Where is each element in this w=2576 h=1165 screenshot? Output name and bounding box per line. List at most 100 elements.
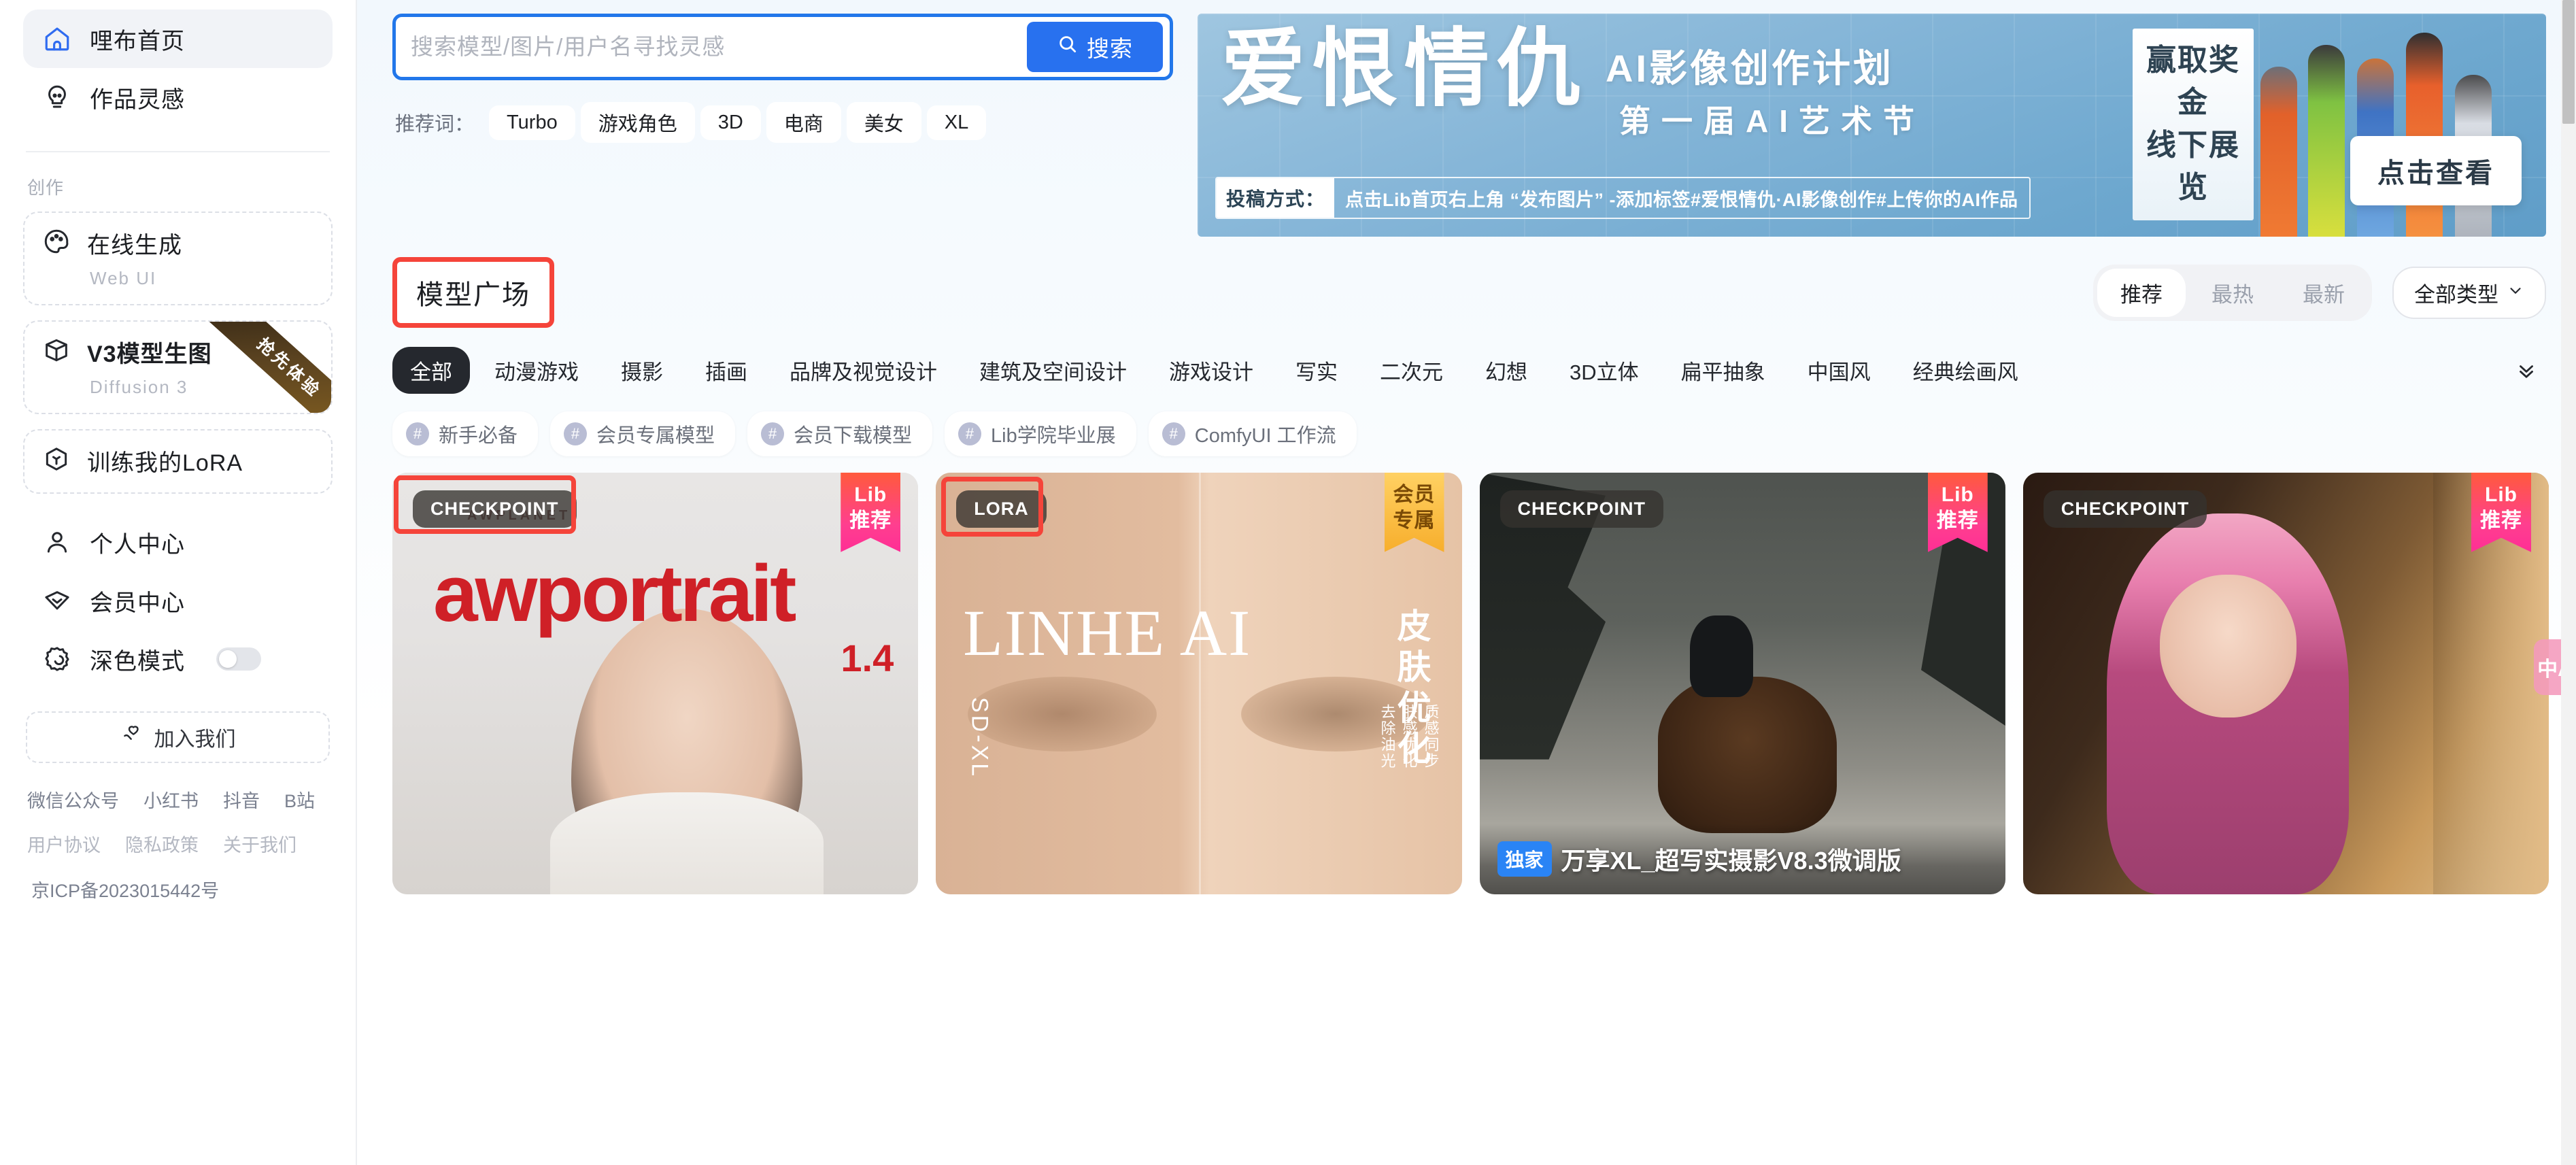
card-ribbon-line-1: Lib [1941, 484, 1974, 506]
category-2d[interactable]: 二次元 [1362, 347, 1461, 394]
hash-icon: # [761, 422, 785, 445]
type-filter-dropdown[interactable]: 全部类型 [2392, 266, 2546, 319]
search-icon [1057, 33, 1079, 61]
recommend-tag[interactable]: 游戏角色 [580, 102, 695, 143]
sidebar-card-title: 训练我的LoRA [87, 450, 243, 476]
recommend-tag[interactable]: Turbo [489, 105, 575, 140]
category-game-design[interactable]: 游戏设计 [1151, 347, 1271, 394]
page-title: 模型广场 [416, 280, 530, 310]
sidebar: 哩布首页 作品灵感 创作 在线生成 Web UI V3模型生图 Diffusio… [0, 0, 357, 1165]
tag-vip-download-model[interactable]: # 会员下载模型 [747, 411, 933, 456]
sidebar-item-user-center[interactable]: 个人中心 [23, 513, 333, 571]
inspiration-icon [42, 82, 72, 112]
search-button-label: 搜索 [1087, 36, 1133, 61]
category-anime-game[interactable]: 动漫游戏 [477, 347, 596, 394]
category-flat-abstract[interactable]: 扁平抽象 [1663, 347, 1783, 394]
join-us-label: 加入我们 [154, 728, 236, 751]
page-scrollbar[interactable] [2561, 0, 2576, 1165]
icp-license: 京ICP备2023015442号 [31, 881, 220, 901]
search-input[interactable] [411, 34, 1027, 60]
category-fantasy[interactable]: 幻想 [1468, 347, 1545, 394]
hash-icon: # [1162, 422, 1185, 445]
legal-link[interactable]: 用户协议 [27, 830, 101, 857]
banner-subtitle-2: 第一届AI艺术节 [1619, 103, 1925, 139]
sidebar-item-inspiration[interactable]: 作品灵感 [23, 68, 333, 126]
banner-prize-line-1: 赢取奖金 [2146, 44, 2240, 120]
sort-tab-recommend[interactable]: 推荐 [2097, 268, 2186, 317]
recommend-tag[interactable]: 美女 [846, 102, 921, 143]
sidebar-card-v3-model[interactable]: V3模型生图 Diffusion 3 抢先体验 [23, 320, 333, 414]
category-architecture[interactable]: 建筑及空间设计 [962, 347, 1145, 394]
join-us-button[interactable]: 加入我们 [26, 711, 330, 763]
social-links: 微信公众号 小红书 抖音 B站 [27, 786, 328, 813]
sidebar-item-vip-center[interactable]: 会员中心 [23, 571, 333, 630]
model-card[interactable]: awportrait AWPLANET 1.4 CHECKPOINT Lib 推… [392, 473, 919, 894]
vip-icon [42, 586, 72, 615]
category-classic-painting[interactable]: 经典绘画风 [1895, 347, 2036, 394]
card-ribbon-line-1: 会员 [1393, 484, 1436, 506]
section-header: 模型广场 推荐 最热 最新 全部类型 [357, 237, 2576, 328]
card-ribbon-line-2: 专属 [1393, 509, 1436, 533]
recommend-tag[interactable]: XL [926, 105, 987, 140]
category-brand-visual[interactable]: 品牌及视觉设计 [772, 347, 955, 394]
sidebar-card-train-lora[interactable]: 训练我的LoRA [23, 429, 333, 494]
card-cover-image: LINHE AI 皮肤优化 SD-XL 质感同步 肤感优化 去除油光 [936, 473, 1462, 894]
card-title: 万享XL_超写实摄影V8.3微调版 [1561, 847, 1901, 875]
model-card[interactable]: CHECKPOINT Lib 推荐 独家 万享XL_超写实摄影V8.3微调版 [1479, 473, 2005, 894]
category-chinese-style[interactable]: 中国风 [1790, 347, 1888, 394]
social-link[interactable]: 抖音 [223, 786, 260, 813]
banner-cta-button[interactable]: 点击查看 [2350, 136, 2522, 205]
legal-link[interactable]: 关于我们 [223, 830, 296, 857]
cube-icon [42, 336, 71, 368]
promo-banner[interactable]: 爱恨情仇 AI影像创作计划 第一届AI艺术节 赢取奖金 线下展览 投稿方式： 点… [1198, 14, 2546, 237]
recommend-tag[interactable]: 电商 [766, 102, 841, 143]
double-chevron-down-icon[interactable] [2515, 359, 2549, 382]
tag-lib-academy-graduation[interactable]: # Lib学院毕业展 [945, 411, 1136, 456]
dark-mode-toggle[interactable] [216, 647, 261, 671]
tag-label: ComfyUI 工作流 [1194, 425, 1336, 447]
category-photography[interactable]: 摄影 [603, 347, 681, 394]
cover-version-text: 1.4 [841, 637, 894, 679]
sidebar-card-title: V3模型生图 [87, 341, 212, 367]
tag-beginner[interactable]: # 新手必备 [392, 411, 539, 456]
main-content: 搜索 推荐词： Turbo 游戏角色 3D 电商 美女 XL [357, 0, 2576, 1165]
social-link[interactable]: 小红书 [143, 786, 199, 813]
sidebar-card-online-generate[interactable]: 在线生成 Web UI [23, 212, 333, 305]
recommend-tag[interactable]: 3D [700, 105, 761, 140]
recommend-words-row: 推荐词： Turbo 游戏角色 3D 电商 美女 XL [392, 102, 1173, 143]
hash-icon: # [564, 422, 588, 445]
cover-title-text: awportrait [433, 549, 796, 639]
legal-links: 用户协议 隐私政策 关于我们 [27, 830, 328, 857]
page-scrollbar-thumb[interactable] [2562, 0, 2575, 124]
tag-filter-row: # 新手必备 # 会员专属模型 # 会员下载模型 # Lib学院毕业展 # Co… [357, 394, 2576, 456]
sort-tab-newest[interactable]: 最新 [2280, 269, 2368, 317]
category-illustration[interactable]: 插画 [688, 347, 765, 394]
social-link[interactable]: B站 [284, 786, 315, 813]
sort-tab-hottest[interactable]: 最热 [2188, 269, 2277, 317]
category-all[interactable]: 全部 [392, 347, 470, 394]
model-card[interactable]: LINHE AI 皮肤优化 SD-XL 质感同步 肤感优化 去除油光 LORA … [936, 473, 1462, 894]
sidebar-card-subtitle: Diffusion 3 [90, 377, 188, 397]
tag-label: 会员专属模型 [596, 425, 715, 447]
banner-prize-line-2: 线下展览 [2146, 128, 2240, 205]
banner-submit-detail: 点击Lib首页右上角 “发布图片” -添加标签#爱恨情仇·AI影像创作#上传你的… [1345, 189, 2018, 210]
tag-comfyui-workflow[interactable]: # ComfyUI 工作流 [1148, 411, 1357, 456]
search-button[interactable]: 搜索 [1027, 22, 1163, 72]
category-realistic[interactable]: 写实 [1278, 347, 1355, 394]
banner-submit-label: 投稿方式： [1217, 178, 1335, 218]
search-bar[interactable]: 搜索 [392, 14, 1173, 80]
moon-icon [42, 644, 72, 674]
social-link[interactable]: 微信公众号 [27, 786, 119, 813]
category-3d[interactable]: 3D立体 [1552, 347, 1657, 394]
sidebar-item-home[interactable]: 哩布首页 [23, 10, 333, 68]
model-card[interactable]: CHECKPOINT Lib 推荐 [2022, 473, 2549, 894]
page-title-highlight: 模型广场 [392, 257, 554, 328]
tag-label: Lib学院毕业展 [991, 425, 1116, 447]
legal-link[interactable]: 隐私政策 [125, 830, 199, 857]
top-area: 搜索 推荐词： Turbo 游戏角色 3D 电商 美女 XL [357, 0, 2576, 237]
sidebar-item-label: 深色模式 [90, 648, 185, 675]
model-card-grid: awportrait AWPLANET 1.4 CHECKPOINT Lib 推… [357, 456, 2576, 894]
sidebar-item-dark-mode[interactable]: 深色模式 [23, 630, 333, 688]
banner-title: 爱恨情仇 [1221, 23, 1588, 117]
tag-vip-exclusive-model[interactable]: # 会员专属模型 [550, 411, 736, 456]
